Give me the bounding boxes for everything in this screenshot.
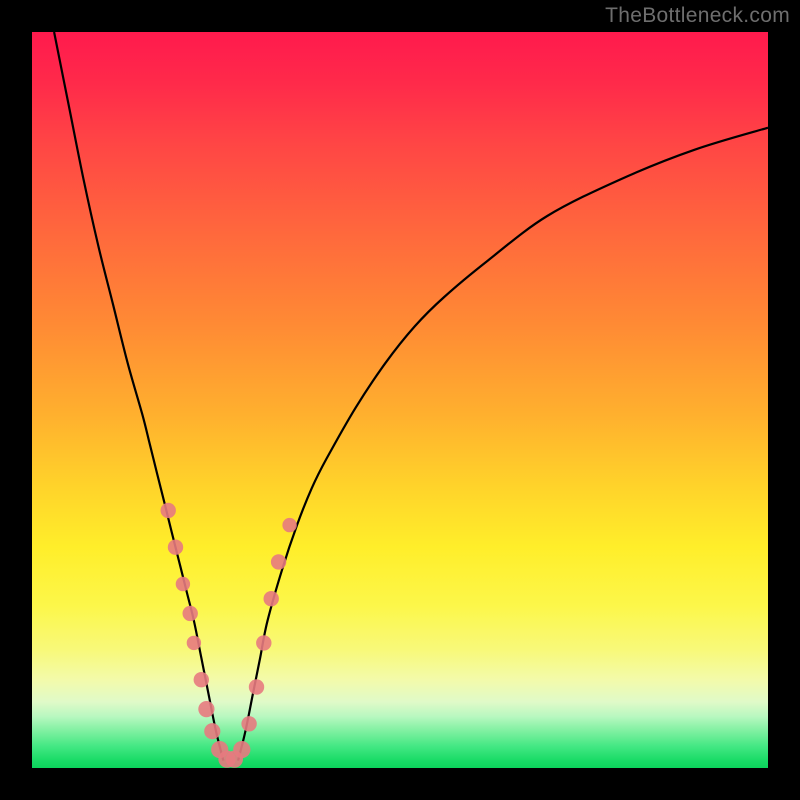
scatter-dot	[183, 606, 198, 621]
scatter-dot	[249, 679, 264, 694]
scatter-dot	[187, 636, 201, 650]
scatter-dot	[198, 701, 214, 717]
scatter-dot	[241, 716, 256, 731]
chart-frame: TheBottleneck.com	[0, 0, 800, 800]
right-curve-path	[238, 128, 768, 761]
left-curve-path	[54, 32, 223, 761]
plot-area	[32, 32, 768, 768]
scatter-dot	[264, 591, 279, 606]
scatter-dot	[256, 635, 271, 650]
scatter-dot	[194, 672, 209, 687]
scatter-dot	[168, 540, 183, 555]
scatter-dot	[161, 503, 176, 518]
scatter-dot	[282, 518, 296, 532]
scatter-dot	[233, 741, 250, 758]
scatter-dot	[176, 577, 190, 591]
scatter-dots	[161, 503, 297, 768]
scatter-dot	[271, 554, 286, 569]
curve-layer	[32, 32, 768, 768]
scatter-dot	[204, 723, 220, 739]
watermark-text: TheBottleneck.com	[605, 4, 790, 28]
